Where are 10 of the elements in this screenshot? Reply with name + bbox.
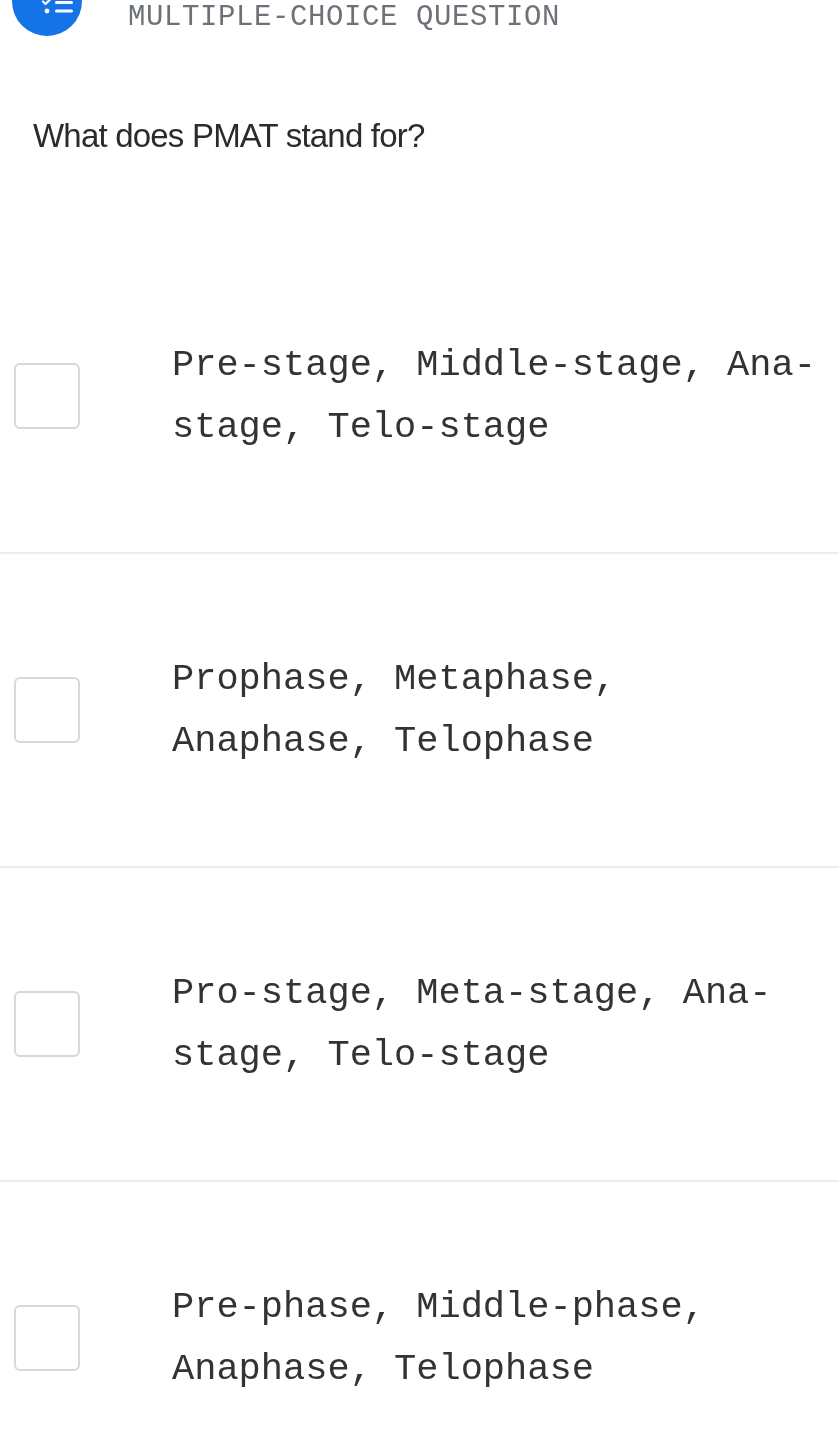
answer-checkbox[interactable] xyxy=(14,677,80,743)
answer-option-text[interactable]: Pro-stage, Meta-stage, Ana-stage, Telo-stage xyxy=(172,962,827,1086)
answer-option-text[interactable]: Pre-stage, Middle-stage, Ana-stage, Telo-stage xyxy=(172,334,827,458)
answer-checkbox[interactable] xyxy=(14,1305,80,1371)
answer-option-text[interactable]: Prophase, Metaphase, Anaphase, Telophase xyxy=(172,648,827,772)
answer-checkbox[interactable] xyxy=(14,363,80,429)
answer-option-text[interactable]: Pre-phase, Middle-phase, Anaphase, Telophase xyxy=(172,1276,827,1400)
answer-checkbox[interactable] xyxy=(14,991,80,1057)
question-type-label: MULTIPLE-CHOICE QUESTION xyxy=(128,1,561,34)
question-text: What does PMAT stand for? xyxy=(33,116,425,156)
